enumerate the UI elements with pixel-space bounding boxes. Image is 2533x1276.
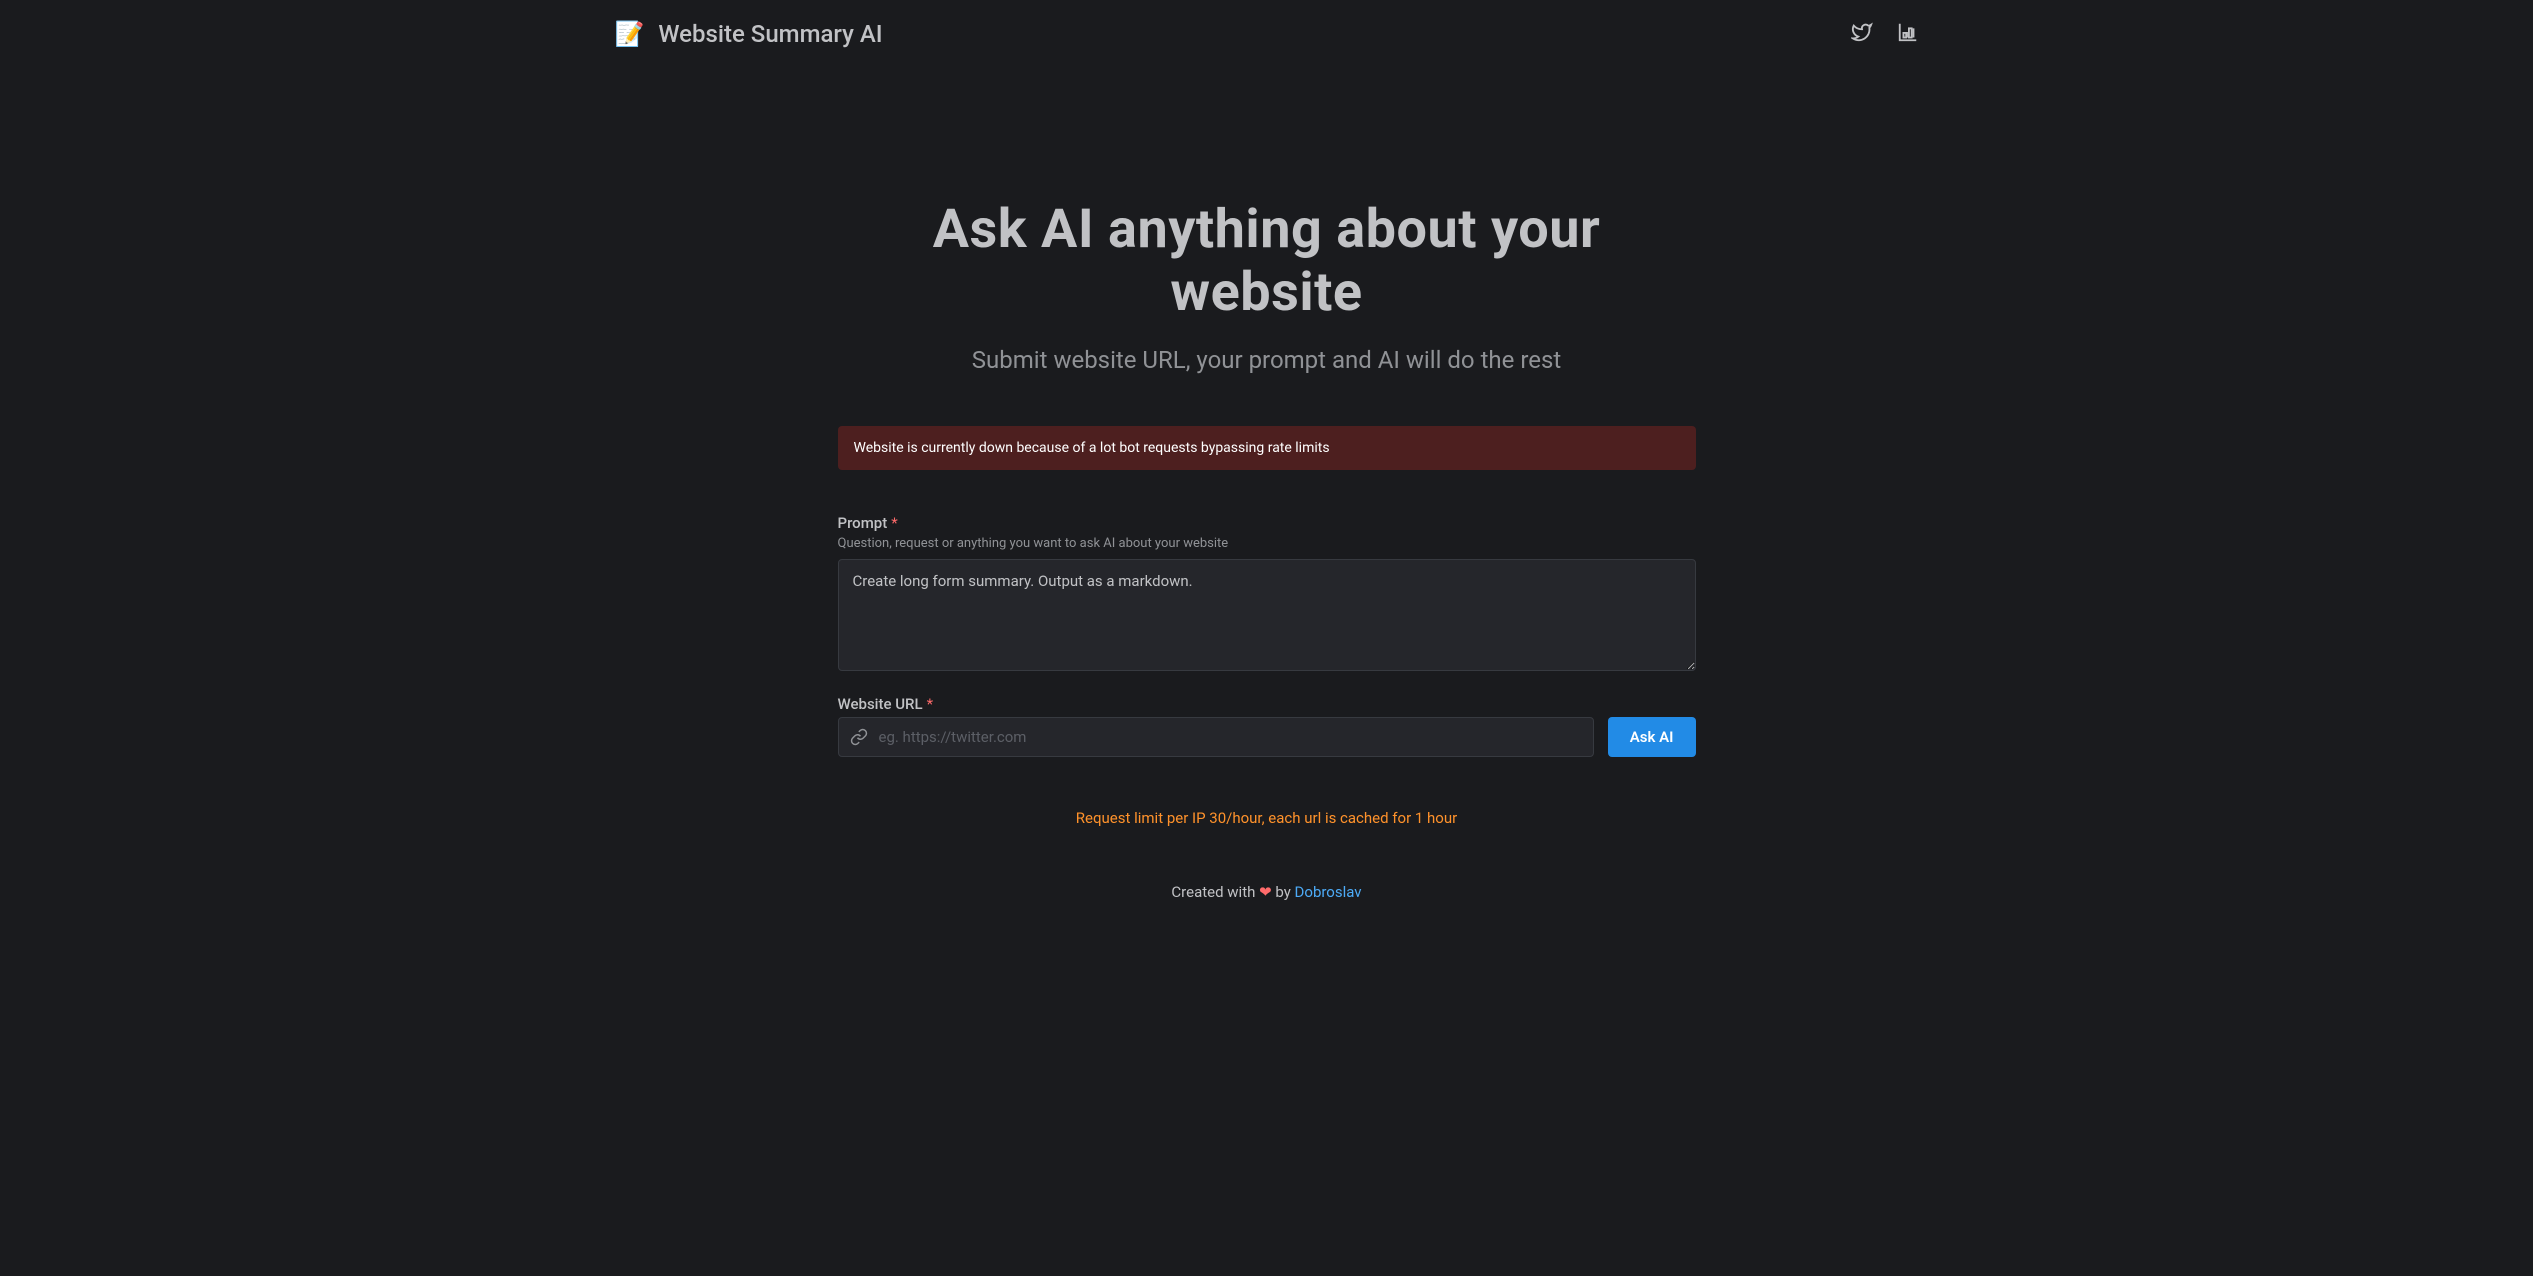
- alert-message: Website is currently down because of a l…: [854, 440, 1330, 456]
- twitter-icon[interactable]: [1851, 21, 1873, 47]
- url-required-mark: *: [927, 695, 933, 713]
- page-subtitle: Submit website URL, your prompt and AI w…: [838, 346, 1696, 374]
- prompt-help-text: Question, request or anything you want t…: [838, 536, 1696, 551]
- page-title: Ask AI anything about your website: [838, 198, 1696, 324]
- link-icon: [850, 728, 868, 746]
- heart-icon: ❤: [1259, 883, 1272, 901]
- logo-area[interactable]: 📝 Website Summary AI: [615, 20, 883, 48]
- author-link[interactable]: Dobroslav: [1295, 883, 1362, 901]
- footer: Created with ❤ by Dobroslav: [838, 883, 1696, 941]
- ask-ai-button[interactable]: Ask AI: [1608, 717, 1696, 757]
- prompt-label: Prompt: [838, 514, 888, 532]
- app-title: Website Summary AI: [658, 20, 882, 48]
- alert-banner: Website is currently down because of a l…: [838, 426, 1696, 470]
- chart-icon[interactable]: [1897, 21, 1919, 47]
- prompt-required-mark: *: [891, 514, 897, 532]
- rate-limit-text: Request limit per IP 30/hour, each url i…: [838, 809, 1696, 827]
- logo-icon: 📝: [615, 20, 645, 48]
- footer-by: by: [1272, 883, 1295, 901]
- url-input[interactable]: [838, 717, 1594, 757]
- url-label: Website URL: [838, 695, 923, 713]
- footer-prefix: Created with: [1171, 883, 1259, 901]
- prompt-textarea[interactable]: [838, 559, 1696, 671]
